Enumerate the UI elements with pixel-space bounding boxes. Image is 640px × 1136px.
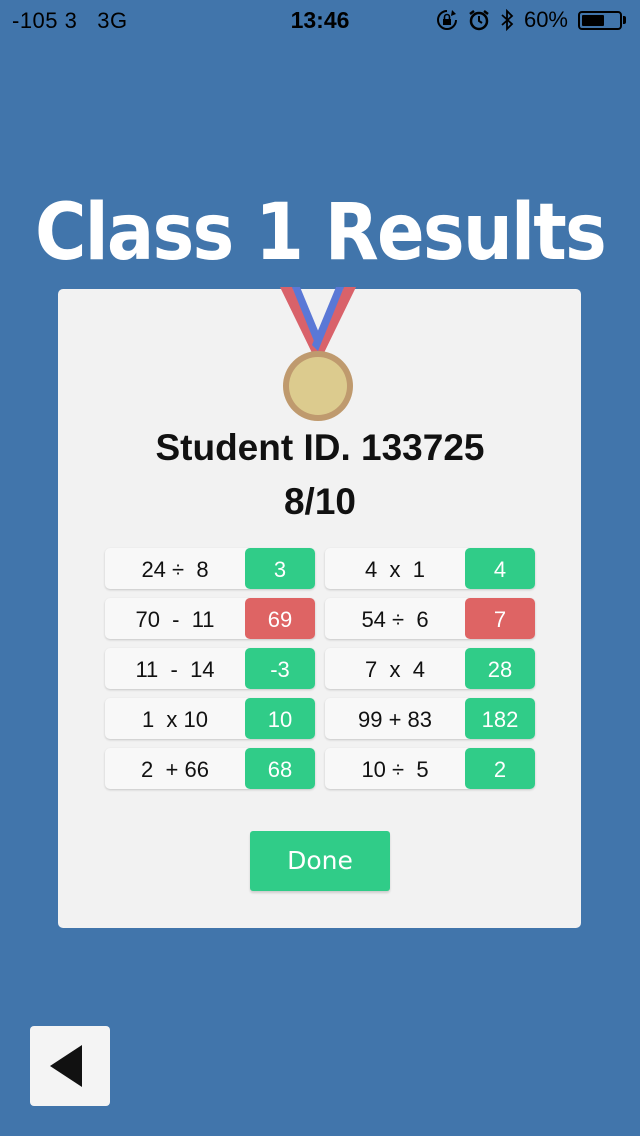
answer-correct: 3 [245, 548, 315, 589]
page-title: Class 1 Results [34, 188, 607, 278]
question-card: 7 x 4 28 [325, 648, 535, 689]
question-text: 11 - 14 [135, 657, 215, 682]
question-text: 54 ÷ 6 [361, 607, 429, 632]
question-card: 99 + 83 182 [325, 698, 535, 739]
done-button[interactable]: Done [250, 831, 390, 891]
student-id: Student ID. 133725 [155, 427, 485, 468]
status-indicators: 60% [436, 6, 626, 34]
answer-correct: 10 [245, 698, 315, 739]
question-text: 24 ÷ 8 [141, 557, 209, 582]
answer-correct: 68 [245, 748, 315, 789]
question-card: 2 + 66 68 [105, 748, 315, 789]
question-card: 70 - 11 69 [105, 598, 315, 639]
answer-correct: -3 [245, 648, 315, 689]
question-card: 24 ÷ 8 3 [105, 548, 315, 589]
question-text: 1 x 10 [141, 707, 209, 732]
score: 8/10 [283, 481, 356, 522]
question-card: 1 x 10 10 [105, 698, 315, 739]
question-text: 10 ÷ 5 [361, 757, 429, 782]
question-text: 2 + 66 [141, 757, 209, 782]
question-text: 4 x 1 [365, 557, 425, 582]
back-button[interactable] [30, 1026, 110, 1106]
alarm-icon [468, 9, 490, 31]
question-card: 11 - 14 -3 [105, 648, 315, 689]
question-card: 54 ÷ 6 7 [325, 598, 535, 639]
answer-incorrect: 69 [245, 598, 315, 639]
back-triangle-icon [50, 1045, 82, 1087]
answer-correct: 182 [465, 698, 535, 739]
rotation-lock-icon [436, 9, 458, 31]
status-bar: -105 3 3G 13:46 60% [0, 0, 640, 40]
answer-correct: 4 [465, 548, 535, 589]
battery-percent: 60% [523, 7, 568, 32]
question-card: 4 x 1 4 [325, 548, 535, 589]
question-text: 7 x 4 [365, 657, 425, 682]
bluetooth-icon [500, 8, 514, 32]
question-text: 70 - 11 [135, 607, 215, 632]
answer-correct: 2 [465, 748, 535, 789]
answer-incorrect: 7 [465, 598, 535, 639]
question-card: 10 ÷ 5 2 [325, 748, 535, 789]
question-text: 99 + 83 [357, 707, 432, 732]
battery-fill [582, 14, 604, 26]
answer-correct: 28 [465, 648, 535, 689]
medal-icon [280, 287, 356, 421]
battery-icon [578, 10, 626, 30]
